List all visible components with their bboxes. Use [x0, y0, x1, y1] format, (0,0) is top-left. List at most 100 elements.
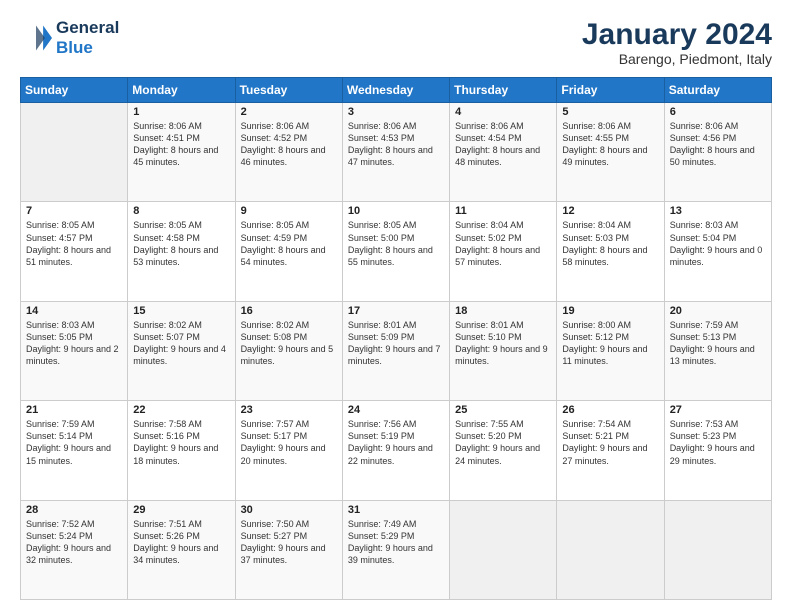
- calendar-week-row: 14 Sunrise: 8:03 AMSunset: 5:05 PMDaylig…: [21, 301, 772, 400]
- calendar-cell: 3 Sunrise: 8:06 AMSunset: 4:53 PMDayligh…: [342, 103, 449, 202]
- day-number: 25: [455, 404, 551, 416]
- day-info: Sunrise: 8:06 AMSunset: 4:54 PMDaylight:…: [455, 120, 551, 169]
- calendar-cell: [664, 500, 771, 599]
- logo-icon: [20, 22, 52, 54]
- day-number: 23: [241, 404, 337, 416]
- calendar-cell: 4 Sunrise: 8:06 AMSunset: 4:54 PMDayligh…: [450, 103, 557, 202]
- day-number: 31: [348, 504, 444, 516]
- calendar-cell: [450, 500, 557, 599]
- day-info: Sunrise: 7:56 AMSunset: 5:19 PMDaylight:…: [348, 418, 444, 467]
- day-info: Sunrise: 7:52 AMSunset: 5:24 PMDaylight:…: [26, 518, 122, 567]
- logo: General Blue: [20, 18, 119, 58]
- calendar-cell: 12 Sunrise: 8:04 AMSunset: 5:03 PMDaylig…: [557, 202, 664, 301]
- day-info: Sunrise: 7:59 AMSunset: 5:14 PMDaylight:…: [26, 418, 122, 467]
- day-info: Sunrise: 8:04 AMSunset: 5:02 PMDaylight:…: [455, 219, 551, 268]
- day-number: 16: [241, 305, 337, 317]
- calendar-cell: 22 Sunrise: 7:58 AMSunset: 5:16 PMDaylig…: [128, 401, 235, 500]
- calendar-cell: 10 Sunrise: 8:05 AMSunset: 5:00 PMDaylig…: [342, 202, 449, 301]
- day-info: Sunrise: 7:53 AMSunset: 5:23 PMDaylight:…: [670, 418, 766, 467]
- day-info: Sunrise: 8:06 AMSunset: 4:53 PMDaylight:…: [348, 120, 444, 169]
- day-info: Sunrise: 8:05 AMSunset: 4:57 PMDaylight:…: [26, 219, 122, 268]
- weekday-header-sunday: Sunday: [21, 78, 128, 103]
- day-info: Sunrise: 7:57 AMSunset: 5:17 PMDaylight:…: [241, 418, 337, 467]
- day-number: 6: [670, 106, 766, 118]
- calendar-cell: 8 Sunrise: 8:05 AMSunset: 4:58 PMDayligh…: [128, 202, 235, 301]
- calendar-week-row: 1 Sunrise: 8:06 AMSunset: 4:51 PMDayligh…: [21, 103, 772, 202]
- weekday-header-tuesday: Tuesday: [235, 78, 342, 103]
- day-number: 1: [133, 106, 229, 118]
- calendar-title: January 2024: [582, 18, 772, 51]
- weekday-header-wednesday: Wednesday: [342, 78, 449, 103]
- calendar-cell: 2 Sunrise: 8:06 AMSunset: 4:52 PMDayligh…: [235, 103, 342, 202]
- weekday-header-friday: Friday: [557, 78, 664, 103]
- day-number: 10: [348, 205, 444, 217]
- day-number: 7: [26, 205, 122, 217]
- day-info: Sunrise: 8:05 AMSunset: 4:59 PMDaylight:…: [241, 219, 337, 268]
- calendar-cell: 14 Sunrise: 8:03 AMSunset: 5:05 PMDaylig…: [21, 301, 128, 400]
- calendar-cell: 19 Sunrise: 8:00 AMSunset: 5:12 PMDaylig…: [557, 301, 664, 400]
- day-number: 3: [348, 106, 444, 118]
- calendar-cell: 24 Sunrise: 7:56 AMSunset: 5:19 PMDaylig…: [342, 401, 449, 500]
- day-info: Sunrise: 7:54 AMSunset: 5:21 PMDaylight:…: [562, 418, 658, 467]
- day-number: 24: [348, 404, 444, 416]
- calendar-cell: 6 Sunrise: 8:06 AMSunset: 4:56 PMDayligh…: [664, 103, 771, 202]
- day-info: Sunrise: 8:06 AMSunset: 4:56 PMDaylight:…: [670, 120, 766, 169]
- day-info: Sunrise: 8:01 AMSunset: 5:09 PMDaylight:…: [348, 319, 444, 368]
- day-number: 26: [562, 404, 658, 416]
- weekday-header-row: SundayMondayTuesdayWednesdayThursdayFrid…: [21, 78, 772, 103]
- day-number: 28: [26, 504, 122, 516]
- day-info: Sunrise: 7:58 AMSunset: 5:16 PMDaylight:…: [133, 418, 229, 467]
- page: General Blue January 2024 Barengo, Piedm…: [0, 0, 792, 612]
- day-number: 20: [670, 305, 766, 317]
- day-info: Sunrise: 7:55 AMSunset: 5:20 PMDaylight:…: [455, 418, 551, 467]
- calendar-cell: 21 Sunrise: 7:59 AMSunset: 5:14 PMDaylig…: [21, 401, 128, 500]
- calendar-cell: 27 Sunrise: 7:53 AMSunset: 5:23 PMDaylig…: [664, 401, 771, 500]
- calendar-cell: 26 Sunrise: 7:54 AMSunset: 5:21 PMDaylig…: [557, 401, 664, 500]
- day-info: Sunrise: 8:04 AMSunset: 5:03 PMDaylight:…: [562, 219, 658, 268]
- calendar-cell: 13 Sunrise: 8:03 AMSunset: 5:04 PMDaylig…: [664, 202, 771, 301]
- calendar-cell: 11 Sunrise: 8:04 AMSunset: 5:02 PMDaylig…: [450, 202, 557, 301]
- day-info: Sunrise: 8:03 AMSunset: 5:04 PMDaylight:…: [670, 219, 766, 268]
- calendar-cell: 25 Sunrise: 7:55 AMSunset: 5:20 PMDaylig…: [450, 401, 557, 500]
- day-number: 29: [133, 504, 229, 516]
- logo-text: General Blue: [56, 18, 119, 58]
- day-info: Sunrise: 8:05 AMSunset: 5:00 PMDaylight:…: [348, 219, 444, 268]
- calendar-cell: 5 Sunrise: 8:06 AMSunset: 4:55 PMDayligh…: [557, 103, 664, 202]
- calendar-cell: 28 Sunrise: 7:52 AMSunset: 5:24 PMDaylig…: [21, 500, 128, 599]
- day-number: 22: [133, 404, 229, 416]
- calendar-table: SundayMondayTuesdayWednesdayThursdayFrid…: [20, 77, 772, 600]
- day-info: Sunrise: 7:49 AMSunset: 5:29 PMDaylight:…: [348, 518, 444, 567]
- day-number: 11: [455, 205, 551, 217]
- calendar-cell: 31 Sunrise: 7:49 AMSunset: 5:29 PMDaylig…: [342, 500, 449, 599]
- weekday-header-saturday: Saturday: [664, 78, 771, 103]
- calendar-cell: 16 Sunrise: 8:02 AMSunset: 5:08 PMDaylig…: [235, 301, 342, 400]
- calendar-cell: 30 Sunrise: 7:50 AMSunset: 5:27 PMDaylig…: [235, 500, 342, 599]
- calendar-cell: 17 Sunrise: 8:01 AMSunset: 5:09 PMDaylig…: [342, 301, 449, 400]
- calendar-subtitle: Barengo, Piedmont, Italy: [582, 51, 772, 67]
- calendar-week-row: 28 Sunrise: 7:52 AMSunset: 5:24 PMDaylig…: [21, 500, 772, 599]
- weekday-header-thursday: Thursday: [450, 78, 557, 103]
- day-number: 4: [455, 106, 551, 118]
- day-number: 2: [241, 106, 337, 118]
- day-info: Sunrise: 8:01 AMSunset: 5:10 PMDaylight:…: [455, 319, 551, 368]
- calendar-cell: 9 Sunrise: 8:05 AMSunset: 4:59 PMDayligh…: [235, 202, 342, 301]
- day-info: Sunrise: 8:02 AMSunset: 5:07 PMDaylight:…: [133, 319, 229, 368]
- weekday-header-monday: Monday: [128, 78, 235, 103]
- day-number: 15: [133, 305, 229, 317]
- day-number: 9: [241, 205, 337, 217]
- calendar-cell: 7 Sunrise: 8:05 AMSunset: 4:57 PMDayligh…: [21, 202, 128, 301]
- calendar-cell: 15 Sunrise: 8:02 AMSunset: 5:07 PMDaylig…: [128, 301, 235, 400]
- calendar-cell: 18 Sunrise: 8:01 AMSunset: 5:10 PMDaylig…: [450, 301, 557, 400]
- calendar-cell: [557, 500, 664, 599]
- day-number: 18: [455, 305, 551, 317]
- day-info: Sunrise: 8:06 AMSunset: 4:52 PMDaylight:…: [241, 120, 337, 169]
- day-number: 17: [348, 305, 444, 317]
- day-info: Sunrise: 7:59 AMSunset: 5:13 PMDaylight:…: [670, 319, 766, 368]
- day-info: Sunrise: 8:06 AMSunset: 4:51 PMDaylight:…: [133, 120, 229, 169]
- day-info: Sunrise: 8:02 AMSunset: 5:08 PMDaylight:…: [241, 319, 337, 368]
- day-number: 5: [562, 106, 658, 118]
- day-info: Sunrise: 8:06 AMSunset: 4:55 PMDaylight:…: [562, 120, 658, 169]
- day-info: Sunrise: 8:05 AMSunset: 4:58 PMDaylight:…: [133, 219, 229, 268]
- calendar-cell: 1 Sunrise: 8:06 AMSunset: 4:51 PMDayligh…: [128, 103, 235, 202]
- calendar-cell: [21, 103, 128, 202]
